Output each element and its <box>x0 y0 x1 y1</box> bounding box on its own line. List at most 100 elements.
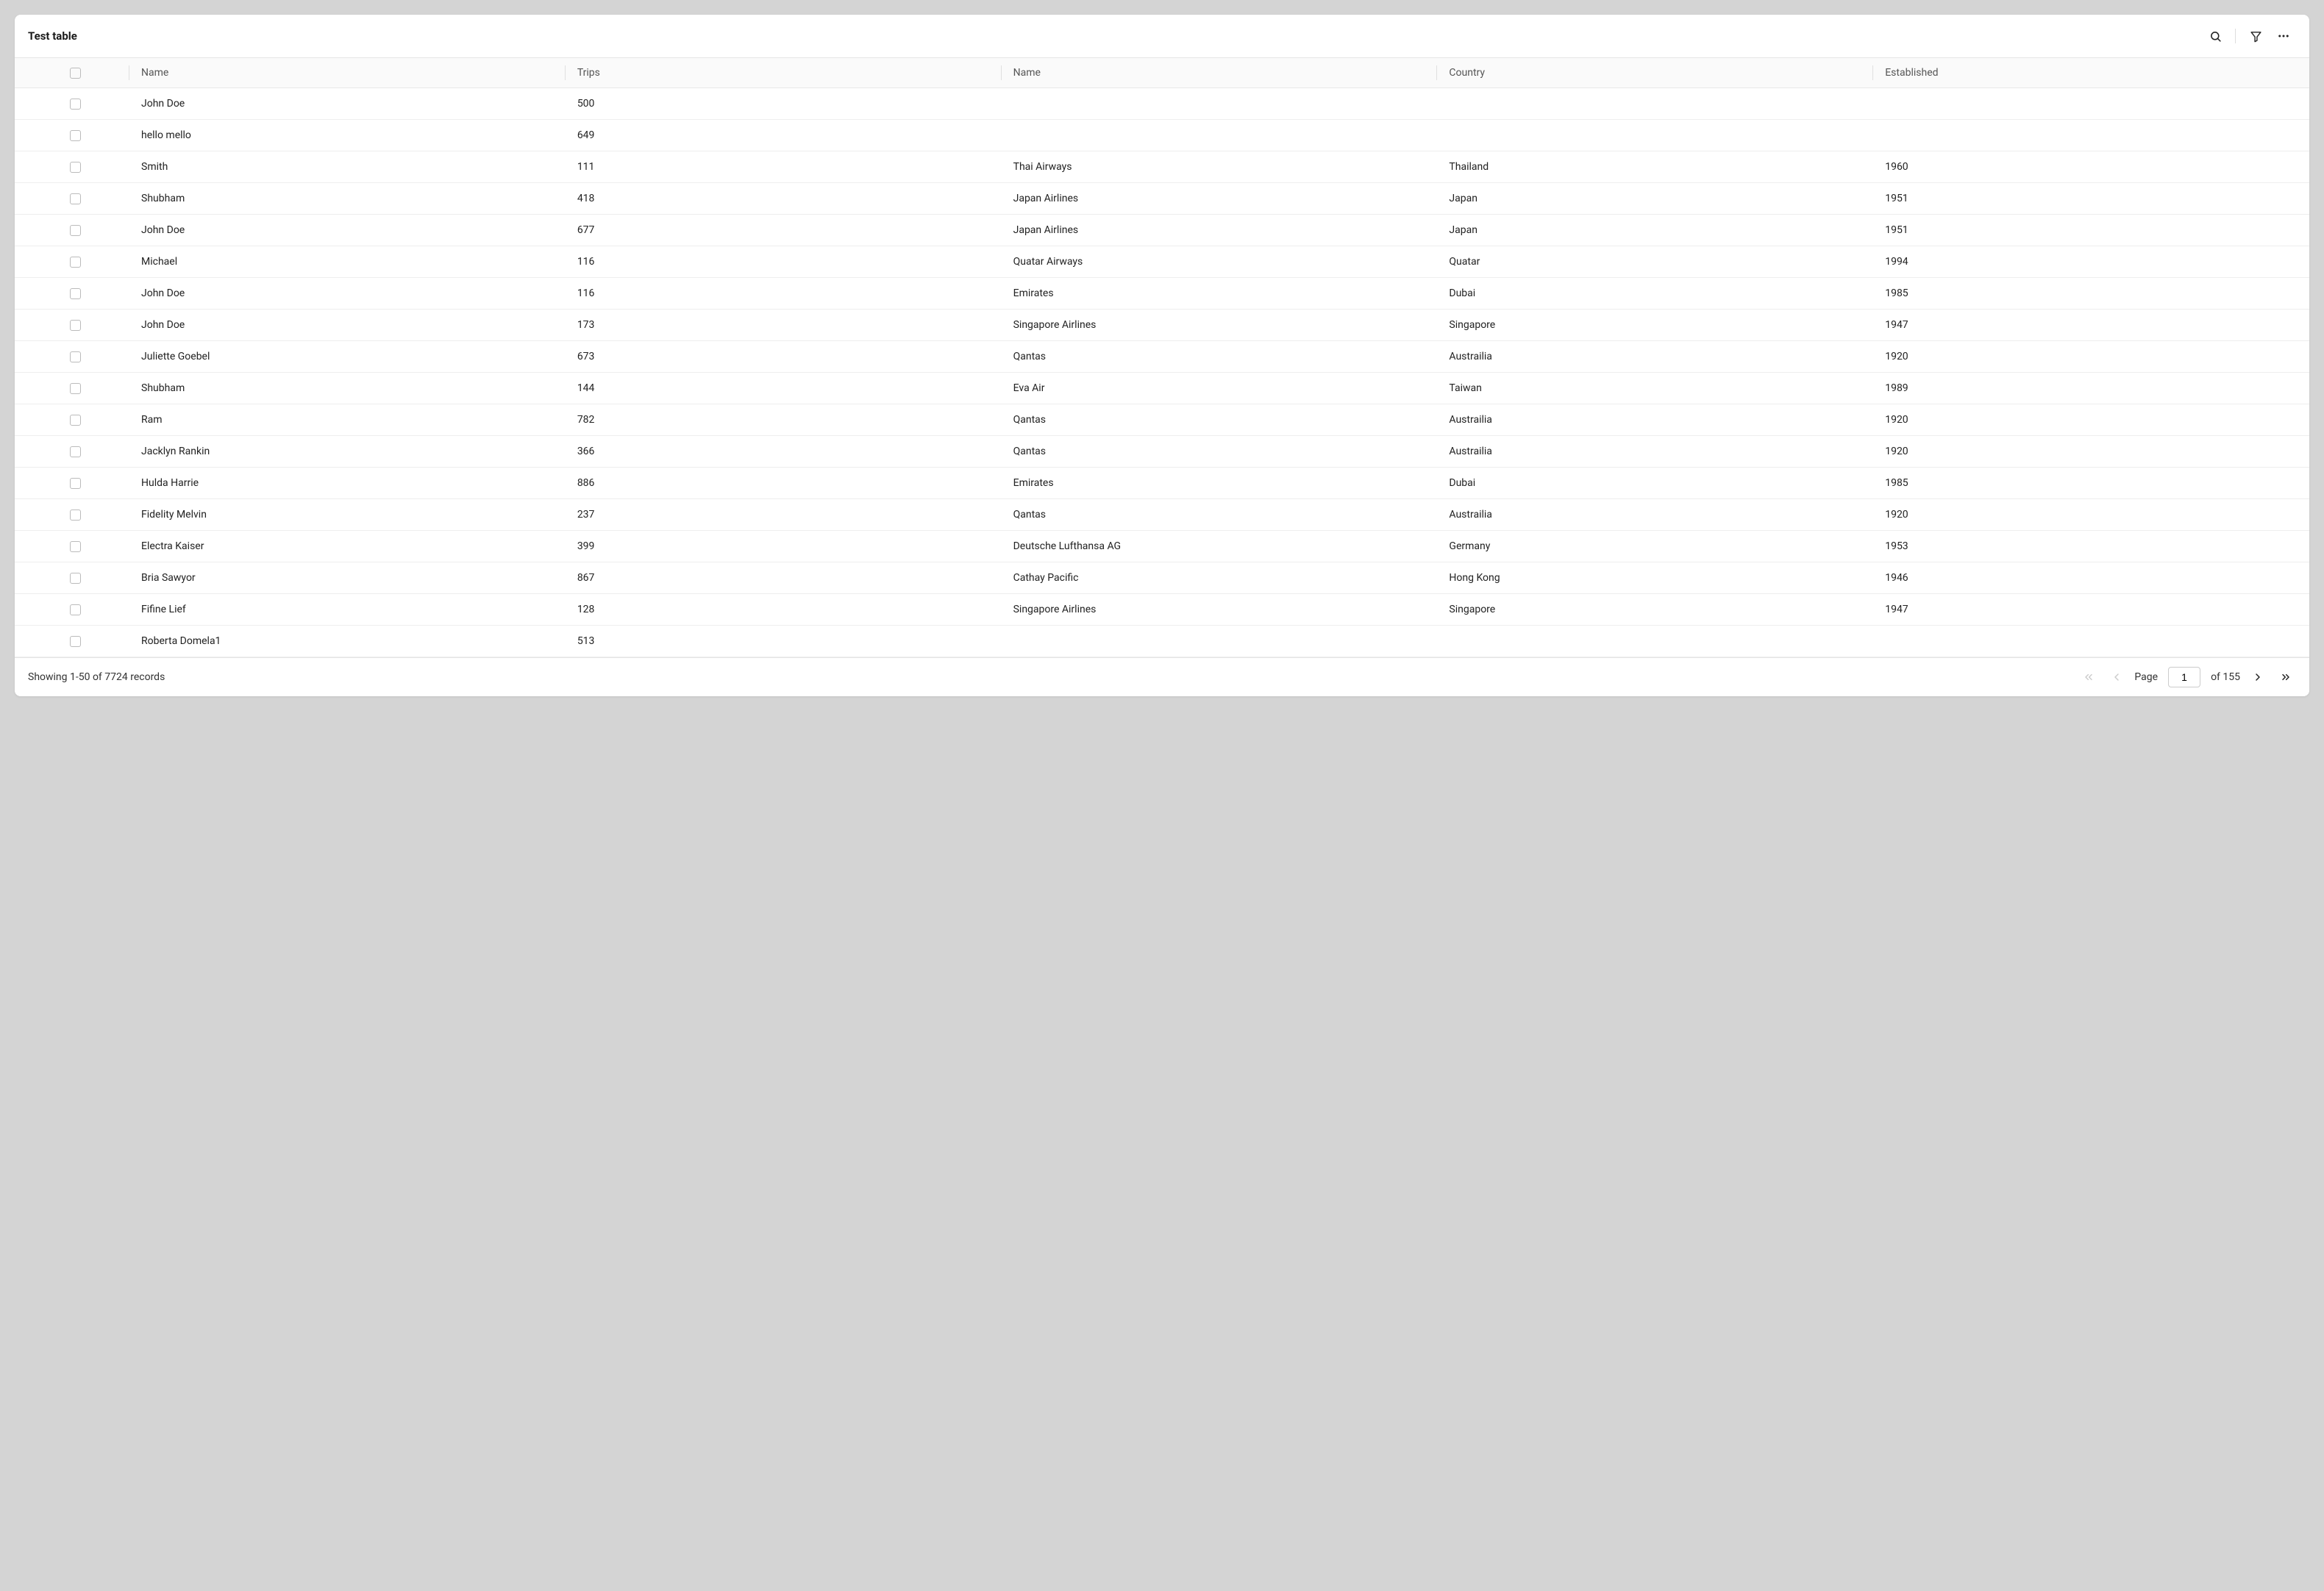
cell-airline-name: Quatar Airways <box>1002 246 1438 278</box>
table-footer: Showing 1-50 of 7724 records Page of 155 <box>15 657 2309 696</box>
table-row[interactable]: Shubham 144 Eva Air Taiwan 1989 <box>15 373 2309 404</box>
row-checkbox-cell <box>15 531 129 562</box>
column-header-country[interactable]: Country <box>1437 58 1873 88</box>
row-checkbox-cell <box>15 499 129 531</box>
cell-established: 1920 <box>1873 436 2309 468</box>
table-row[interactable]: Ram 782 Qantas Austrailia 1920 <box>15 404 2309 436</box>
search-button[interactable] <box>2203 24 2228 49</box>
search-icon <box>2209 30 2222 43</box>
first-page-button[interactable] <box>2078 667 2099 687</box>
column-header-airline-name[interactable]: Name <box>1002 58 1438 88</box>
table-row[interactable]: Shubham 418 Japan Airlines Japan 1951 <box>15 183 2309 215</box>
row-checkbox[interactable] <box>70 446 81 457</box>
table-row[interactable]: John Doe 500 <box>15 88 2309 120</box>
row-checkbox[interactable] <box>70 383 81 394</box>
cell-airline-name: Singapore Airlines <box>1002 594 1438 626</box>
row-checkbox[interactable] <box>70 541 81 552</box>
row-checkbox[interactable] <box>70 510 81 521</box>
cell-country: Austrailia <box>1437 341 1873 373</box>
table-scroll-container[interactable]: Name Trips Name Country Established John… <box>15 58 2309 657</box>
cell-country: Japan <box>1437 183 1873 215</box>
prev-page-button[interactable] <box>2106 667 2127 687</box>
cell-name: Shubham <box>129 183 566 215</box>
row-checkbox-cell <box>15 341 129 373</box>
table-row[interactable]: John Doe 173 Singapore Airlines Singapor… <box>15 310 2309 341</box>
cell-airline-name: Japan Airlines <box>1002 183 1438 215</box>
cell-country: Singapore <box>1437 310 1873 341</box>
cell-trips: 867 <box>566 562 1002 594</box>
row-checkbox[interactable] <box>70 193 81 204</box>
row-checkbox[interactable] <box>70 478 81 489</box>
row-checkbox[interactable] <box>70 130 81 141</box>
cell-country: Hong Kong <box>1437 562 1873 594</box>
row-checkbox[interactable] <box>70 288 81 299</box>
chevron-left-icon <box>2111 671 2122 683</box>
cell-name: John Doe <box>129 278 566 310</box>
cell-country <box>1437 88 1873 120</box>
row-checkbox[interactable] <box>70 99 81 110</box>
cell-country: Taiwan <box>1437 373 1873 404</box>
cell-established: 1920 <box>1873 341 2309 373</box>
cell-trips: 500 <box>566 88 1002 120</box>
column-header-name[interactable]: Name <box>129 58 566 88</box>
row-checkbox[interactable] <box>70 162 81 173</box>
row-checkbox[interactable] <box>70 257 81 268</box>
table-row[interactable]: Smith 111 Thai Airways Thailand 1960 <box>15 151 2309 183</box>
cell-name: Roberta Domela1 <box>129 626 566 657</box>
row-checkbox[interactable] <box>70 225 81 236</box>
chevrons-right-icon <box>2280 671 2292 683</box>
pagination: Page of 155 <box>2078 667 2296 687</box>
more-button[interactable] <box>2271 24 2296 49</box>
column-header-trips[interactable]: Trips <box>566 58 1002 88</box>
row-checkbox[interactable] <box>70 604 81 615</box>
row-checkbox-cell <box>15 88 129 120</box>
row-checkbox[interactable] <box>70 636 81 647</box>
filter-button[interactable] <box>2243 24 2268 49</box>
cell-airline-name: Thai Airways <box>1002 151 1438 183</box>
cell-country: Quatar <box>1437 246 1873 278</box>
row-checkbox[interactable] <box>70 351 81 362</box>
row-checkbox-cell <box>15 151 129 183</box>
cell-country: Japan <box>1437 215 1873 246</box>
cell-airline-name: Japan Airlines <box>1002 215 1438 246</box>
table-row[interactable]: Roberta Domela1 513 <box>15 626 2309 657</box>
cell-airline-name: Emirates <box>1002 468 1438 499</box>
table-row[interactable]: John Doe 116 Emirates Dubai 1985 <box>15 278 2309 310</box>
table-row[interactable]: hello mello 649 <box>15 120 2309 151</box>
table-row[interactable]: Bria Sawyor 867 Cathay Pacific Hong Kong… <box>15 562 2309 594</box>
cell-name: Fifine Lief <box>129 594 566 626</box>
table-row[interactable]: John Doe 677 Japan Airlines Japan 1951 <box>15 215 2309 246</box>
row-checkbox-cell <box>15 183 129 215</box>
cell-trips: 649 <box>566 120 1002 151</box>
cell-airline-name: Eva Air <box>1002 373 1438 404</box>
cell-established: 1985 <box>1873 278 2309 310</box>
table-row[interactable]: Juliette Goebel 673 Qantas Austrailia 19… <box>15 341 2309 373</box>
next-page-button[interactable] <box>2248 667 2268 687</box>
table-row[interactable]: Fidelity Melvin 237 Qantas Austrailia 19… <box>15 499 2309 531</box>
cell-airline-name <box>1002 626 1438 657</box>
row-checkbox-cell <box>15 278 129 310</box>
row-checkbox[interactable] <box>70 573 81 584</box>
last-page-button[interactable] <box>2275 667 2296 687</box>
row-checkbox[interactable] <box>70 320 81 331</box>
table-row[interactable]: Jacklyn Rankin 366 Qantas Austrailia 192… <box>15 436 2309 468</box>
table-row[interactable]: Michael 116 Quatar Airways Quatar 1994 <box>15 246 2309 278</box>
cell-established: 1994 <box>1873 246 2309 278</box>
cell-established: 1989 <box>1873 373 2309 404</box>
table-row[interactable]: Hulda Harrie 886 Emirates Dubai 1985 <box>15 468 2309 499</box>
cell-airline-name: Qantas <box>1002 436 1438 468</box>
row-checkbox[interactable] <box>70 415 81 426</box>
cell-established: 1920 <box>1873 499 2309 531</box>
table-row[interactable]: Electra Kaiser 399 Deutsche Lufthansa AG… <box>15 531 2309 562</box>
cell-established: 1951 <box>1873 183 2309 215</box>
table-row[interactable]: Fifine Lief 128 Singapore Airlines Singa… <box>15 594 2309 626</box>
cell-name: Fidelity Melvin <box>129 499 566 531</box>
select-all-checkbox[interactable] <box>70 68 81 79</box>
cell-airline-name: Qantas <box>1002 404 1438 436</box>
row-checkbox-cell <box>15 310 129 341</box>
cell-name: Smith <box>129 151 566 183</box>
cell-established: 1985 <box>1873 468 2309 499</box>
column-header-established[interactable]: Established <box>1873 58 2309 88</box>
cell-established <box>1873 626 2309 657</box>
page-input[interactable] <box>2168 667 2200 687</box>
